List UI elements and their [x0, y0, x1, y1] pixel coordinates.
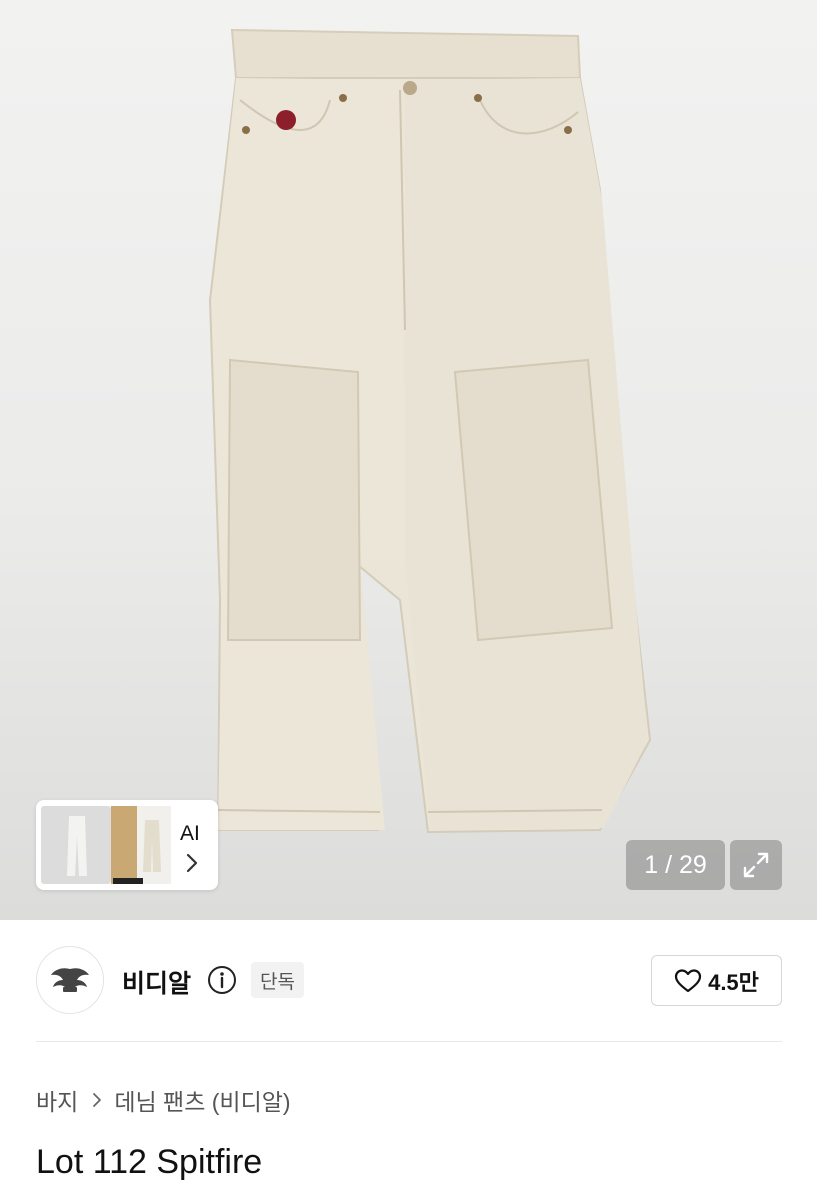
brand-logo[interactable]: [36, 946, 104, 1014]
info-icon[interactable]: [207, 965, 237, 995]
product-image-gallery[interactable]: AI 1 / 29: [0, 0, 817, 920]
image-counter: 1 / 29: [626, 840, 725, 890]
expand-button[interactable]: [730, 840, 782, 890]
heart-icon: [674, 968, 702, 992]
chevron-right-icon[interactable]: [182, 850, 202, 876]
brand-emblem-icon: [51, 968, 89, 992]
chevron-right-icon: [90, 1090, 104, 1110]
breadcrumb-subcategory[interactable]: 데님 팬츠 (비디알): [114, 1083, 290, 1117]
breadcrumb: 바지 데님 팬츠 (비디알): [36, 1083, 291, 1117]
product-title: Lot 112 Spitfire: [36, 1143, 263, 1181]
exclusive-badge: 단독: [251, 962, 304, 998]
brand-name[interactable]: 비디알: [122, 964, 191, 1000]
divider: [36, 1041, 782, 1042]
breadcrumb-category[interactable]: 바지: [36, 1083, 78, 1117]
like-count: 4.5만: [708, 969, 759, 995]
ai-thumbnail-images: [41, 806, 171, 884]
ai-label[interactable]: AI: [180, 822, 200, 846]
like-button[interactable]: 4.5만: [651, 955, 782, 1006]
product-image: [208, 28, 652, 834]
expand-icon: [743, 852, 769, 878]
